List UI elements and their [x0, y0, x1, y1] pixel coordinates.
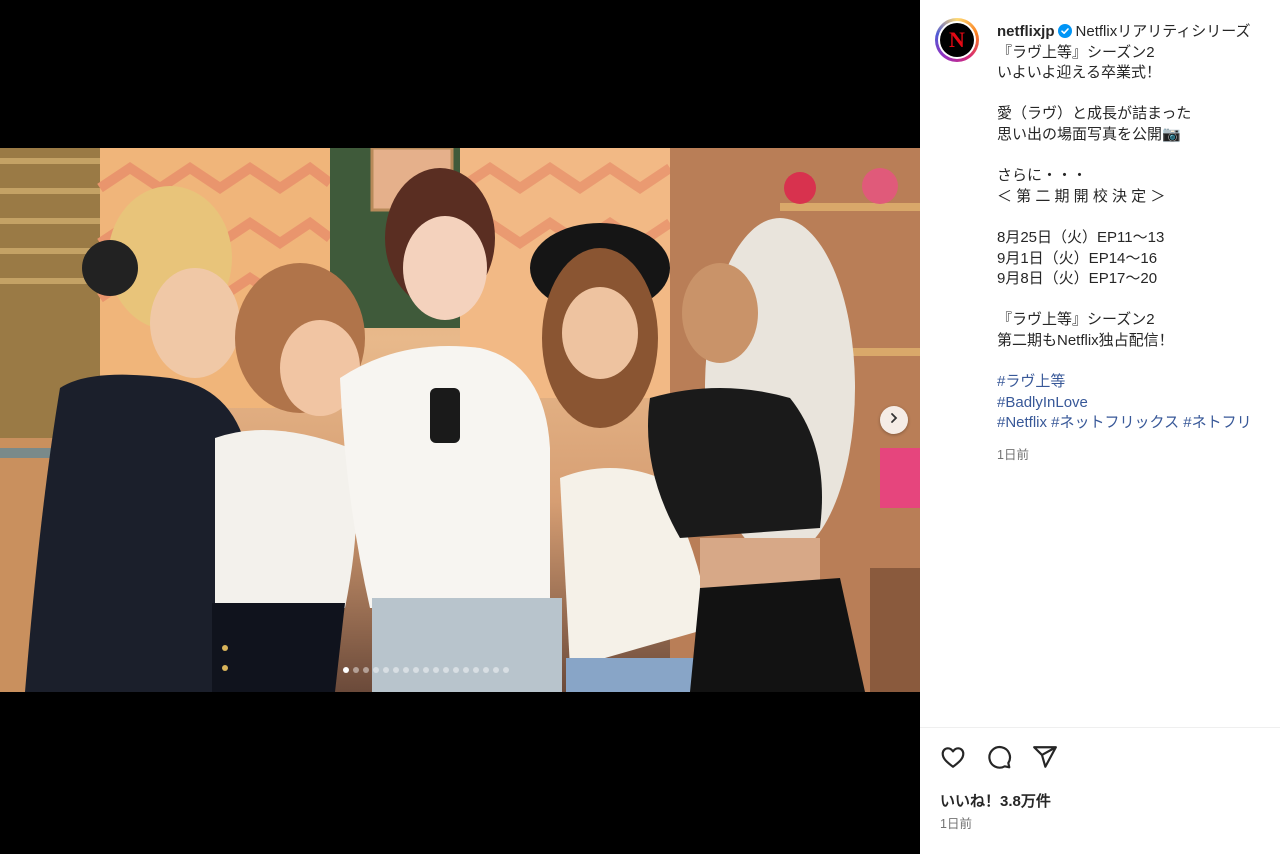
caption-text: 『ラヴ上等』シーズン2 [997, 311, 1155, 329]
caption-line: 『ラヴ上等』シーズン2 [997, 310, 1277, 331]
caption-text: ＜ 第 二 期 開 校 決 定 ＞ [997, 187, 1166, 205]
caption-hashtag-line[interactable]: #ラヴ上等 [997, 372, 1277, 393]
caption-line: netflixjp Netflixリアリティシリーズ [997, 22, 1277, 43]
caption-timestamp: 1日前 [997, 448, 1029, 462]
caption-line: 愛（ラヴ）と成長が詰まった [997, 104, 1277, 125]
carousel-dot [343, 667, 349, 673]
post-caption: netflixjp Netflixリアリティシリーズ『ラヴ上等』シーズン2 いよいよ… [997, 22, 1277, 434]
carousel-next-button[interactable] [880, 406, 908, 434]
caption-text: 9月1日（火）EP14〜16 [997, 249, 1158, 267]
caption-line: ＜ 第 二 期 開 校 決 定 ＞ [997, 187, 1277, 208]
caption-text: 第二期もNetflix独占配信！ [997, 331, 1174, 349]
post-photo[interactable] [0, 148, 920, 692]
caption-text: さらに・・・ [997, 167, 1088, 185]
caption-text: 8月25日（火）EP11〜13 [997, 228, 1165, 246]
caption-line: 思い出の場面写真を公開📷 [997, 125, 1277, 146]
netflix-logo-icon: N [940, 23, 974, 57]
carousel-dot [363, 667, 369, 673]
caption-line: 第二期もNetflix独占配信！ [997, 331, 1277, 352]
carousel-dot [373, 667, 379, 673]
hashtag-link[interactable]: #BadlyInLove [997, 394, 1088, 411]
hashtag-link[interactable]: #ラヴ上等 [997, 373, 1065, 390]
carousel-dot [493, 667, 499, 673]
carousel-dot [433, 667, 439, 673]
like-count[interactable]: いいね！3.8万件 [940, 790, 1051, 811]
caption-line: 9月8日（火）EP17〜20 [997, 269, 1277, 290]
verified-badge-icon [1057, 24, 1072, 45]
carousel-dot [503, 667, 509, 673]
divider [920, 727, 1280, 728]
carousel-dot [443, 667, 449, 673]
caption-text: 『ラヴ上等』シーズン2 [997, 43, 1155, 61]
caption-line: 8月25日（火）EP11〜13 [997, 228, 1277, 249]
heart-icon[interactable] [940, 744, 966, 770]
carousel-dot [473, 667, 479, 673]
hashtag-link[interactable]: #Netflix #ネットフリックス #ネトフリ [997, 414, 1252, 431]
post-actions [940, 744, 1058, 770]
carousel-dot [383, 667, 389, 673]
caption-text: 思い出の場面写真を公開📷 [997, 125, 1181, 143]
username-link[interactable]: netflixjp [997, 23, 1055, 40]
carousel-dot [483, 667, 489, 673]
carousel-dot [453, 667, 459, 673]
media-pane [0, 0, 920, 854]
carousel-dot [423, 667, 429, 673]
caption-hashtag-line[interactable]: #BadlyInLove [997, 393, 1277, 414]
caption-text: 9月8日（火）EP17〜20 [997, 270, 1158, 288]
share-icon[interactable] [1032, 744, 1058, 770]
caption-line: さらに・・・ [997, 166, 1277, 187]
caption-line: 9月1日（火）EP14〜16 [997, 249, 1277, 270]
carousel-indicator [343, 667, 509, 673]
caption-text: Netflixリアリティシリーズ [1075, 23, 1251, 40]
carousel-dot [413, 667, 419, 673]
chevron-right-icon [888, 411, 900, 429]
caption-text: 愛（ラヴ）と成長が詰まった [997, 105, 1192, 123]
carousel-dot [403, 667, 409, 673]
caption-text: いよいよ迎える卒業式！ [997, 64, 1161, 82]
avatar[interactable]: N [935, 18, 979, 62]
caption-line: いよいよ迎える卒業式！ [997, 63, 1277, 84]
caption-hashtag-line[interactable]: #Netflix #ネットフリックス #ネトフリ [997, 413, 1277, 434]
photo-illustration [0, 148, 920, 692]
post-timestamp: 1日前 [940, 817, 972, 831]
caption-line: 『ラヴ上等』シーズン2 [997, 43, 1277, 64]
carousel-dot [463, 667, 469, 673]
carousel-dot [393, 667, 399, 673]
carousel-dot [353, 667, 359, 673]
comment-icon[interactable] [986, 744, 1012, 770]
